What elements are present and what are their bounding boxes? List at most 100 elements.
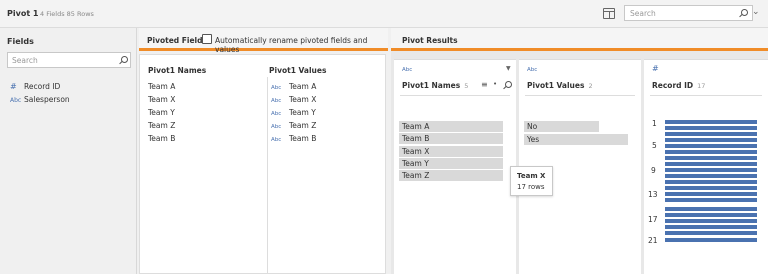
pivot-value-cell[interactable]: Abc Team A xyxy=(271,82,316,91)
pivot-value-label: Team Z xyxy=(289,121,317,130)
step-meta: 4 Fields 85 Rows xyxy=(40,10,94,18)
histogram-bar[interactable] xyxy=(665,238,757,242)
pivot-results-title: Pivot Results xyxy=(402,36,458,45)
value-bar[interactable]: Team A xyxy=(399,121,503,132)
card-separator xyxy=(650,95,762,96)
pivot-name-cell[interactable]: Team Y xyxy=(148,108,175,117)
string-type-icon: Abc xyxy=(271,98,282,104)
pivot-results-header: Pivot Results xyxy=(391,28,768,51)
histogram-bar[interactable] xyxy=(665,198,757,202)
histogram-bar[interactable] xyxy=(665,180,757,184)
card-title: Pivot1 Values 2 xyxy=(527,81,593,90)
search-icon[interactable] xyxy=(738,9,748,18)
pivot-value-label: Team A xyxy=(289,82,317,91)
histogram-axis-label: 13 xyxy=(648,190,658,199)
pivot-name-cell[interactable]: Team B xyxy=(148,134,175,143)
pivot-value-cell[interactable]: Abc Team Y xyxy=(271,108,316,117)
tooltip-detail: 17 rows xyxy=(517,183,545,191)
value-bar-label: Team A xyxy=(402,122,430,131)
field-label: Record ID xyxy=(24,82,61,91)
histogram-bar[interactable] xyxy=(665,231,757,235)
histogram-axis-label: 17 xyxy=(648,215,658,224)
value-bar[interactable]: Team B xyxy=(399,133,503,145)
auto-rename-label: Automatically rename pivoted fields and … xyxy=(215,36,368,54)
value-bar-label: Team B xyxy=(402,134,430,144)
fields-search-placeholder: Search xyxy=(12,56,38,65)
histogram-bar[interactable] xyxy=(665,150,757,154)
more-icon[interactable]: • xyxy=(493,80,497,88)
search-placeholder: Search xyxy=(630,9,656,18)
sort-icon[interactable]: ≡ xyxy=(481,80,488,89)
value-bar[interactable]: Team Y xyxy=(399,157,503,169)
histogram-bar[interactable] xyxy=(665,144,757,148)
value-bar[interactable]: No xyxy=(524,121,599,132)
pivoted-fields-panel: Pivoted Fields Automatically rename pivo… xyxy=(139,28,388,274)
string-type-icon: Abc xyxy=(271,124,282,130)
histogram-bar[interactable] xyxy=(665,225,757,229)
value-bar[interactable]: Team Z xyxy=(399,170,503,182)
column-divider xyxy=(267,77,268,274)
histogram-axis-label: 5 xyxy=(652,141,657,150)
card-separator xyxy=(400,95,510,96)
card-title: Record ID 17 xyxy=(652,81,705,90)
string-type-icon: Abc xyxy=(402,67,413,73)
histogram-bar[interactable] xyxy=(665,168,757,172)
histogram-bar[interactable] xyxy=(665,207,757,211)
histogram-bar[interactable] xyxy=(665,138,757,142)
pivot-value-cell[interactable]: Abc Team B xyxy=(271,134,316,143)
field-item-salesperson[interactable]: Abc Salesperson xyxy=(10,95,70,104)
pivot-value-cell[interactable]: Abc Team Z xyxy=(271,121,316,130)
histogram-axis-label: 21 xyxy=(648,236,658,245)
tooltip-title: Team X xyxy=(517,172,546,180)
histogram-bar[interactable] xyxy=(665,174,757,178)
number-type-icon: # xyxy=(10,82,17,91)
string-type-icon: Abc xyxy=(271,85,282,91)
histogram-bar[interactable] xyxy=(665,120,757,124)
histogram-bar[interactable] xyxy=(665,126,757,130)
top-bar: Pivot 1 4 Fields 85 Rows Search ⌄ xyxy=(0,0,768,28)
search-icon[interactable] xyxy=(118,56,128,65)
card-count: 17 xyxy=(697,82,706,90)
histogram-bar[interactable] xyxy=(665,219,757,223)
histogram-axis-label: 9 xyxy=(651,166,656,175)
histogram-bar[interactable] xyxy=(665,162,757,166)
pivot-name-cell[interactable]: Team A xyxy=(148,82,175,91)
profile-card-pivot1-names[interactable]: Abc ▼ Pivot1 Names 5 ≡ • Team A Team B Team… xyxy=(394,59,516,274)
field-label: Salesperson xyxy=(24,95,70,104)
caret-down-icon[interactable]: ▼ xyxy=(506,65,511,72)
card-separator xyxy=(525,95,635,96)
pivot-name-cell[interactable]: Team X xyxy=(148,95,175,104)
chevron-down-icon[interactable]: ⌄ xyxy=(752,7,760,17)
histogram-bar[interactable] xyxy=(665,132,757,136)
value-bar-label: No xyxy=(527,122,538,131)
fields-search-input[interactable]: Search xyxy=(7,52,131,68)
value-bar[interactable]: Yes xyxy=(524,133,628,145)
value-bar-label: Yes xyxy=(527,134,540,144)
histogram-bar[interactable] xyxy=(665,213,757,217)
toggle-panel-icon[interactable] xyxy=(603,8,615,19)
profile-search-input[interactable]: Search xyxy=(624,5,753,21)
tooltip: Team X 17 rows xyxy=(510,166,553,196)
auto-rename-checkbox[interactable] xyxy=(202,34,212,44)
names-column-header: Pivot1 Names xyxy=(148,66,207,75)
pivot-value-label: Team B xyxy=(289,134,317,143)
histogram-bar[interactable] xyxy=(665,186,757,190)
search-icon[interactable] xyxy=(502,81,512,90)
card-count: 2 xyxy=(588,82,593,90)
histogram-axis-label: 1 xyxy=(652,119,657,128)
card-count: 5 xyxy=(464,82,469,90)
pivot-value-cell[interactable]: Abc Team X xyxy=(271,95,316,104)
string-type-icon: Abc xyxy=(271,137,282,143)
value-bar[interactable]: Team X xyxy=(399,145,503,157)
card-title-text: Pivot1 Values xyxy=(527,81,585,90)
pivot-name-cell[interactable]: Team Z xyxy=(148,121,175,130)
histogram-bar[interactable] xyxy=(665,156,757,160)
step-title: Pivot 1 xyxy=(7,9,39,18)
field-item-record-id[interactable]: # Record ID xyxy=(10,82,60,91)
card-title-text: Pivot1 Names xyxy=(402,81,461,90)
card-title-text: Record ID xyxy=(652,81,694,90)
histogram-bar[interactable] xyxy=(665,192,757,196)
value-bar-label: Team Z xyxy=(402,171,430,181)
fields-panel: Fields Search # Record ID Abc Salesperson xyxy=(0,28,137,274)
number-type-icon: # xyxy=(652,64,659,73)
